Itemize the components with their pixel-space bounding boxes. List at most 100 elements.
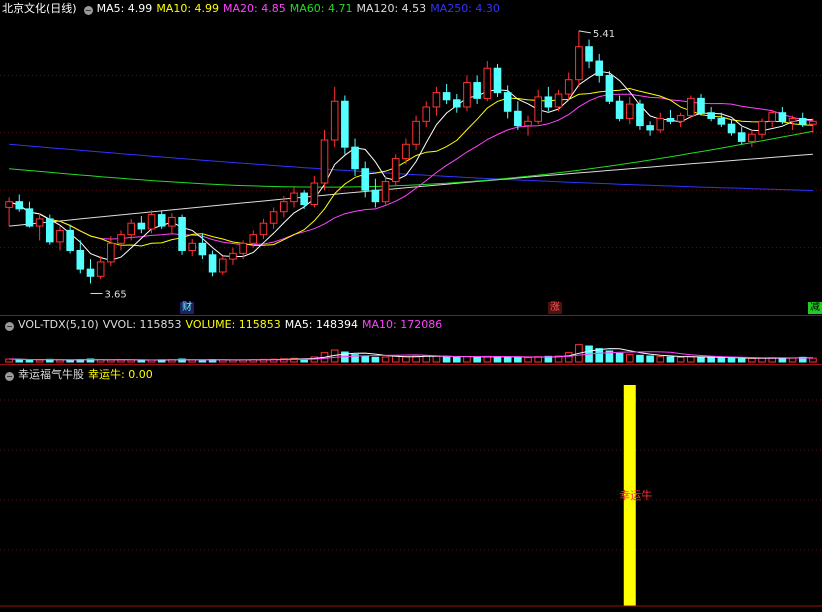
candle-body: [280, 201, 288, 213]
candle-body: [788, 117, 797, 122]
candle-body: [564, 79, 573, 95]
candle-body: [605, 74, 614, 102]
ma-line-ma250: [9, 143, 813, 191]
candle-body: [483, 67, 492, 99]
candle-body: [127, 222, 135, 236]
low-marker-label: 3.65: [104, 289, 126, 300]
candle-body: [310, 182, 319, 206]
volume-bar: [15, 359, 24, 363]
candle-body: [676, 115, 685, 122]
candle-body: [96, 261, 105, 277]
candle-body: [554, 93, 563, 108]
volume-bar: [697, 356, 705, 363]
candle-body: [798, 117, 807, 125]
stock-chart[interactable]: 5.41 3.65 幸运牛: [0, 0, 822, 612]
candle-body: [778, 112, 787, 122]
volume-bar: [35, 359, 44, 363]
candle-body: [391, 158, 400, 183]
candle-body: [269, 211, 278, 224]
candle-body: [402, 143, 410, 160]
candle-body: [117, 234, 125, 244]
candle-body: [666, 117, 675, 122]
candle-body: [229, 252, 237, 260]
candle-body: [107, 242, 115, 263]
candle-body: [432, 92, 441, 108]
volume-bar: [687, 356, 695, 363]
volume-bar: [442, 356, 451, 363]
candle-body: [320, 139, 329, 184]
candle-body: [218, 258, 227, 273]
candle-body: [412, 120, 420, 145]
candle-body: [687, 97, 695, 117]
candle-body: [514, 110, 522, 127]
candle-body: [35, 218, 44, 227]
volume-bar: [564, 352, 573, 363]
volume-bar: [636, 354, 644, 363]
volume-bar: [727, 357, 736, 363]
candle-body: [86, 268, 95, 277]
candle-body: [361, 168, 370, 191]
candle-body: [76, 249, 85, 270]
candle-body: [452, 99, 461, 108]
candle-body: [646, 125, 654, 131]
volume-bar: [391, 355, 400, 363]
event-tag-jian[interactable]: 减: [808, 302, 822, 314]
candle-body: [625, 103, 634, 119]
candle-body: [351, 146, 359, 170]
candle-body: [697, 97, 705, 114]
candle-body: [137, 222, 146, 230]
candle-body: [147, 214, 156, 230]
candle-body: [330, 100, 339, 141]
volume-bar: [656, 356, 665, 363]
candle-body: [5, 201, 13, 208]
volume-bar: [737, 358, 746, 363]
volume-bar: [646, 355, 654, 363]
volume-bar: [473, 356, 481, 363]
volume-bar: [198, 359, 207, 363]
candle-body: [727, 123, 736, 134]
candle-body: [809, 120, 817, 125]
candle-body: [524, 120, 532, 127]
candle-body: [585, 46, 593, 62]
volume-bar: [707, 356, 715, 363]
candle-body: [473, 82, 481, 99]
event-tag-zhang[interactable]: 涨: [548, 302, 562, 314]
candle-body: [636, 103, 644, 127]
candle-body: [188, 242, 197, 251]
volume-bar: [66, 359, 74, 363]
candle-body: [208, 254, 217, 273]
volume-bar: [788, 357, 797, 363]
volume-bar: [117, 359, 125, 363]
volume-bar: [381, 356, 390, 363]
ma-line-ma60: [9, 130, 813, 188]
candle-body: [259, 222, 268, 236]
candle-body: [442, 92, 451, 101]
event-tag-cai[interactable]: 财: [180, 302, 194, 314]
candle-body: [56, 229, 64, 243]
candle-body: [422, 106, 431, 122]
volume-bar: [25, 359, 34, 363]
candle-body: [758, 120, 766, 135]
candle-body: [45, 218, 54, 243]
volume-bar: [361, 355, 370, 363]
ma-line-ma20: [8, 93, 813, 246]
volume-bar: [748, 357, 756, 363]
volume-bar: [666, 356, 675, 363]
candle-body: [768, 112, 777, 122]
volume-bar: [615, 352, 624, 363]
candle-body: [25, 208, 34, 227]
candle-body: [15, 201, 24, 210]
candle-body: [503, 92, 512, 112]
volume-bar: [452, 356, 461, 363]
candle-body: [381, 181, 390, 203]
candle-body: [157, 214, 166, 227]
volume-bar: [493, 356, 502, 363]
candle-body: [656, 117, 665, 131]
signal-bar-label: 幸运牛: [619, 488, 652, 502]
volume-bar: [717, 357, 726, 363]
candle-body: [544, 96, 553, 108]
candle-body: [239, 242, 247, 254]
candle-body: [168, 216, 176, 227]
candle-body: [300, 192, 308, 206]
candle-body: [595, 60, 604, 76]
